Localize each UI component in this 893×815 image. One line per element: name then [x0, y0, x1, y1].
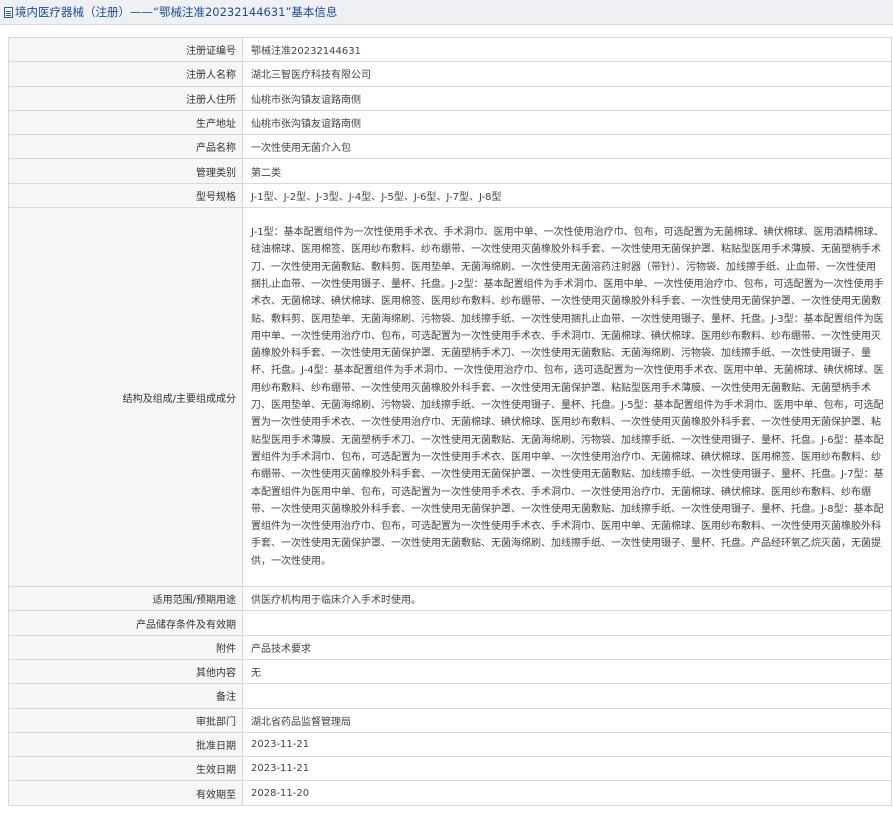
table-row: 结构及组成/主要组成成分 J-1型：基本配置组件为一次性使用手术衣、手术洞巾、医用… — [8, 207, 892, 588]
field-label: 型号规格 — [8, 182, 243, 209]
table-row: 注册人住所 仙桃市张沟镇友谊路南侧 — [8, 85, 892, 111]
field-value: 产品技术要求 — [242, 634, 892, 660]
table-row: 注册人名称 湖北三智医疗科技有限公司 — [8, 61, 892, 87]
field-value: 湖北省药品监督管理局 — [242, 707, 892, 733]
field-label: 注册证编号 — [8, 36, 243, 63]
field-label: 生产地址 — [8, 109, 243, 136]
field-value — [242, 610, 892, 636]
field-value: J-1型：基本配置组件为一次性使用手术衣、手术洞巾、医用中单、一次性使用治疗巾、… — [242, 207, 892, 588]
field-value: 鄂械注准20232144631 — [242, 36, 892, 63]
table-row: 备注 — [8, 683, 892, 709]
page-title: 境内医疗器械（注册）——“鄂械注准20232144631”基本信息 — [15, 5, 338, 19]
field-value: 湖北三智医疗科技有限公司 — [242, 61, 892, 87]
field-label: 适用范围/预期用途 — [8, 586, 243, 612]
table-row: 适用范围/预期用途 供医疗机构用于临床介入手术时使用。 — [8, 586, 892, 612]
table-row: 产品储存条件及有效期 — [8, 610, 892, 636]
field-label: 备注 — [8, 683, 243, 709]
table-row: 生产地址 仙桃市张沟镇友谊路南侧 — [8, 109, 892, 136]
document-icon — [4, 6, 13, 18]
field-value: 2023-11-21 — [242, 756, 892, 782]
table-row: 生效日期 2023-11-21 — [8, 756, 892, 782]
table-row: 注册证编号 鄂械注准20232144631 — [8, 36, 892, 63]
table-row: 产品名称 一次性使用无菌介入包 — [8, 134, 892, 160]
field-label: 审批部门 — [8, 707, 243, 733]
field-value: 2023-11-21 — [242, 731, 892, 758]
info-table: 注册证编号 鄂械注准20232144631 注册人名称 湖北三智医疗科技有限公司 注册人… — [8, 36, 892, 806]
table-row: 批准日期 2023-11-21 — [8, 731, 892, 758]
field-value — [242, 683, 892, 709]
field-value: 2028-11-20 — [242, 780, 892, 806]
table-row: 审批部门 湖北省药品监督管理局 — [8, 707, 892, 733]
table-row: 附件 产品技术要求 — [8, 634, 892, 660]
field-value: 仙桃市张沟镇友谊路南侧 — [242, 85, 892, 111]
field-label: 附件 — [8, 634, 243, 660]
field-label: 其他内容 — [8, 658, 243, 685]
field-label: 产品名称 — [8, 134, 243, 160]
table-row: 型号规格 J-1型、J-2型、J-3型、J-4型、J-5型、J-6型、J-7型、J… — [8, 182, 892, 209]
field-value: 无 — [242, 658, 892, 685]
field-value: 仙桃市张沟镇友谊路南侧 — [242, 109, 892, 136]
field-label: 注册人名称 — [8, 61, 243, 87]
field-label: 批准日期 — [8, 731, 243, 758]
field-label: 注册人住所 — [8, 85, 243, 111]
info-table-body: 注册证编号 鄂械注准20232144631 注册人名称 湖北三智医疗科技有限公司 注册人… — [8, 36, 892, 806]
field-value: 供医疗机构用于临床介入手术时使用。 — [242, 586, 892, 612]
field-value: 第二类 — [242, 158, 892, 184]
table-row: 其他内容无 — [8, 658, 892, 685]
field-value: J-1型、J-2型、J-3型、J-4型、J-5型、J-6型、J-7型、J-8型 — [242, 182, 892, 209]
table-row: 管理类别 第二类 — [8, 158, 892, 184]
field-label: 生效日期 — [8, 756, 243, 782]
table-row: 有效期至 2028-11-20 — [8, 780, 892, 806]
field-label: 有效期至 — [8, 780, 243, 806]
field-label: 产品储存条件及有效期 — [8, 610, 243, 636]
page-header: 境内医疗器械（注册）——“鄂械注准20232144631”基本信息 — [0, 0, 893, 25]
field-value: 一次性使用无菌介入包 — [242, 134, 892, 160]
field-label: 结构及组成/主要组成成分 — [8, 207, 243, 588]
field-label: 管理类别 — [8, 158, 243, 184]
